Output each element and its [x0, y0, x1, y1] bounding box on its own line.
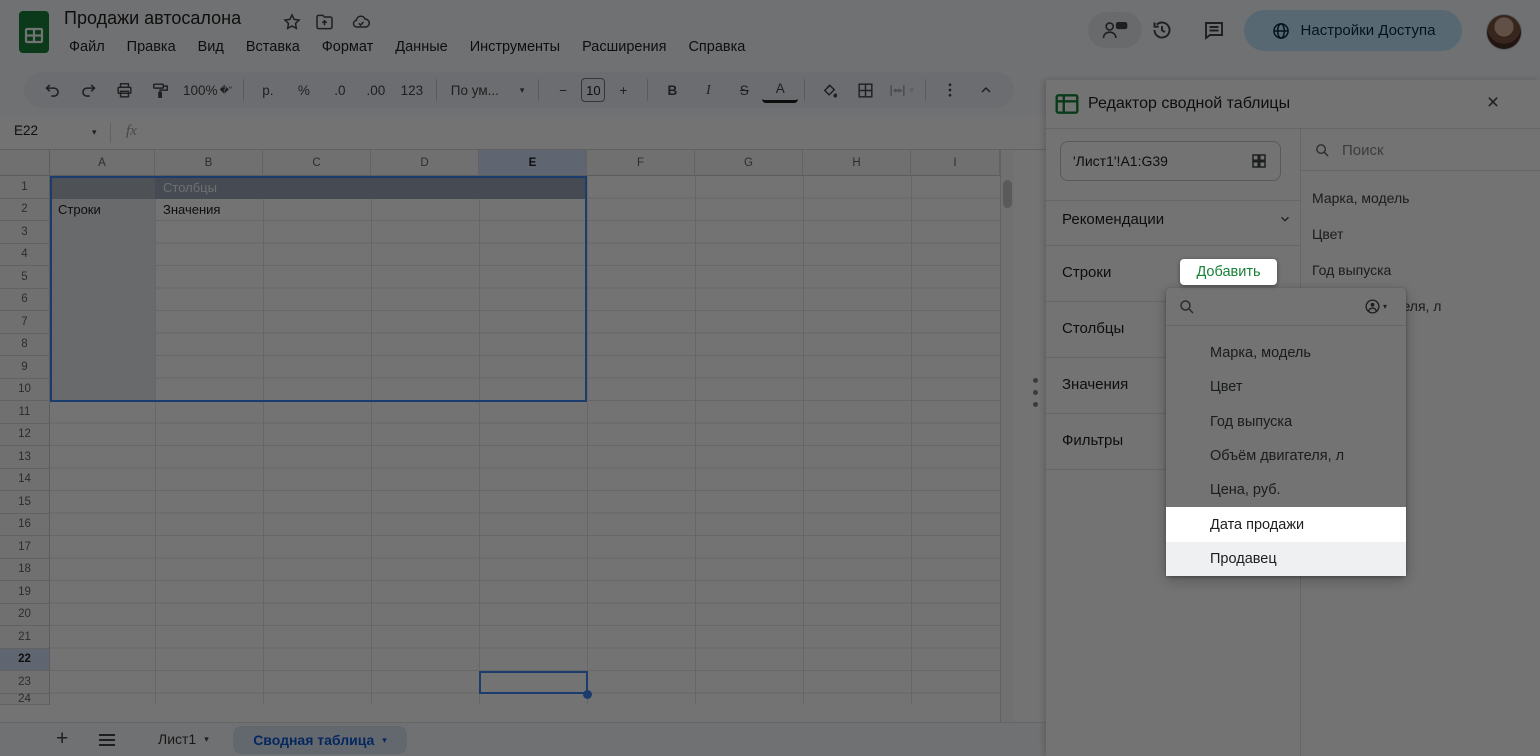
add-rows-button[interactable]: Добавить: [1180, 259, 1277, 285]
spreadsheet-app: Продажи автосалона ФайлПравкаВидВставкаФ…: [0, 0, 1540, 756]
dropdown-item-6[interactable]: Дата продажи: [1166, 507, 1406, 542]
dim-overlay: [0, 0, 1540, 756]
dropdown-item-7[interactable]: Продавец: [1166, 541, 1406, 577]
